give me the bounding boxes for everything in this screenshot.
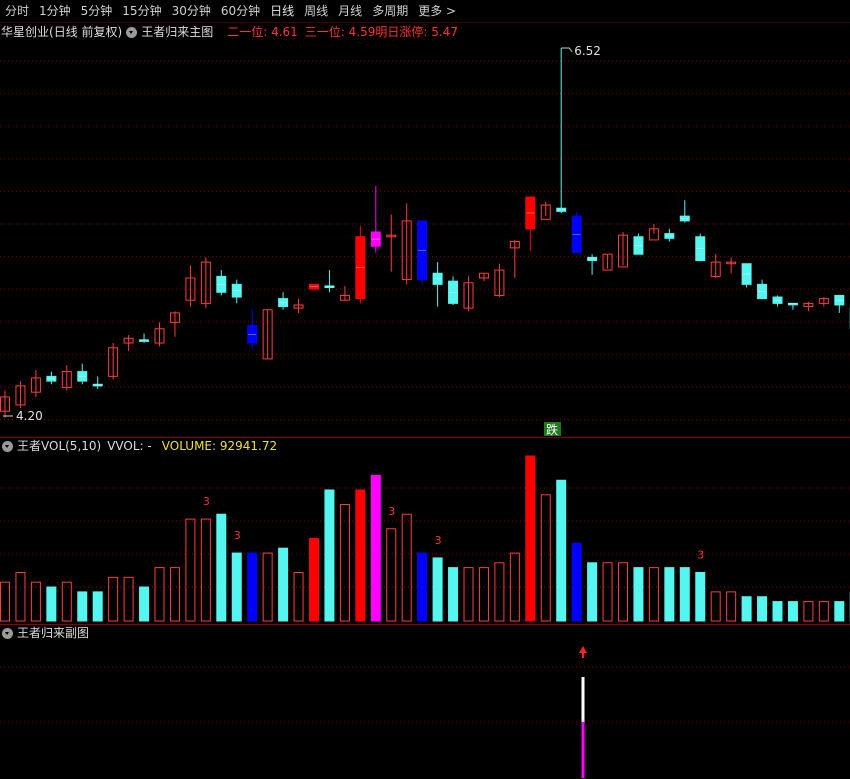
main-candlestick-chart[interactable]: 6.52 4.20 跌 bbox=[0, 41, 850, 437]
volume-bar bbox=[231, 552, 242, 622]
volume-bar bbox=[803, 601, 814, 622]
volume-bar bbox=[216, 513, 227, 622]
volume-bar bbox=[602, 562, 613, 622]
volume-bar bbox=[77, 591, 88, 622]
main-chart-header: 华星创业 (日线 前复权) 王者归来主图 二一位: 4.61 三一位: 4.59… bbox=[0, 23, 458, 41]
volume-bar bbox=[324, 489, 335, 622]
stock-name: 华星创业 bbox=[1, 25, 50, 39]
period-toolbar: 分时 1分钟 5分钟 15分钟 30分钟 60分钟 日线 周线 月线 多周期 更多 > bbox=[0, 0, 850, 23]
volume-bar bbox=[494, 562, 505, 622]
volume-marker: 3 bbox=[234, 529, 241, 542]
period-tab-9[interactable]: 多周期 bbox=[367, 0, 413, 22]
volume-bar bbox=[448, 567, 459, 622]
chart-period: (日线 前复权) bbox=[49, 25, 123, 39]
volume-bar bbox=[679, 567, 690, 622]
volume-bar bbox=[139, 586, 150, 622]
limit-up-tomorrow: 明日涨停: 5.47 bbox=[375, 25, 458, 39]
volume-bar bbox=[417, 552, 428, 622]
volume-bar bbox=[787, 601, 798, 622]
period-tab-2[interactable]: 5分钟 bbox=[76, 0, 118, 22]
volume-bar bbox=[710, 591, 721, 622]
volume-header: 王者VOL(5,10) VVOL: - VOLUME: 92941.72 bbox=[0, 437, 277, 455]
volume-bar bbox=[123, 576, 134, 622]
volume-bar bbox=[772, 601, 783, 622]
volume-bar bbox=[432, 557, 443, 622]
volume-marker: 3 bbox=[388, 505, 395, 518]
volume-chart[interactable]: 333333 bbox=[0, 455, 850, 623]
level-1: 二一位: 4.61 bbox=[227, 25, 298, 39]
sub-chart-header: 王者归来副图 bbox=[0, 624, 89, 642]
vvol-value: VVOL: - bbox=[107, 439, 152, 453]
volume-bar bbox=[401, 513, 412, 622]
volume-bar bbox=[463, 567, 474, 622]
volume-bar bbox=[30, 581, 41, 622]
volume-bar bbox=[0, 581, 10, 622]
volume-indicator-name[interactable]: 王者VOL(5,10) bbox=[17, 437, 101, 455]
period-tab-10[interactable]: 更多 > bbox=[413, 0, 461, 22]
panel-divider bbox=[0, 624, 850, 625]
indicator-settings-icon[interactable] bbox=[126, 26, 138, 38]
volume-bar bbox=[478, 567, 489, 622]
volume-bar bbox=[525, 455, 536, 622]
volume-settings-icon[interactable] bbox=[2, 440, 13, 452]
volume-bar bbox=[15, 571, 26, 622]
volume-bar bbox=[370, 474, 381, 622]
volume-bar bbox=[278, 547, 289, 622]
volume-marker: 3 bbox=[435, 534, 442, 547]
period-tab-4[interactable]: 30分钟 bbox=[167, 0, 216, 22]
volume-bar bbox=[185, 518, 196, 622]
sub-chart-settings-icon[interactable] bbox=[2, 627, 13, 639]
volume-bar bbox=[834, 601, 845, 622]
period-tab-3[interactable]: 15分钟 bbox=[117, 0, 166, 22]
volume-bar bbox=[618, 562, 628, 622]
volume-bar bbox=[92, 591, 103, 622]
period-tab-7[interactable]: 周线 bbox=[299, 0, 333, 22]
volume-bar bbox=[293, 571, 304, 622]
high-price-label: 6.52 bbox=[574, 44, 601, 58]
volume-marker: 3 bbox=[697, 548, 704, 561]
period-tab-6[interactable]: 日线 bbox=[265, 0, 299, 22]
sell-signal-label: 跌 bbox=[546, 422, 558, 437]
period-tab-1[interactable]: 1分钟 bbox=[34, 0, 76, 22]
main-indicator-name[interactable]: 王者归来主图 bbox=[141, 23, 213, 41]
volume-bar bbox=[664, 567, 675, 622]
level-2: 三一位: 4.59 bbox=[304, 25, 376, 39]
volume-bar bbox=[154, 567, 165, 622]
volume-bar bbox=[556, 479, 567, 622]
volume-bar bbox=[571, 542, 582, 622]
volume-bar bbox=[509, 552, 520, 622]
volume-bar bbox=[46, 586, 57, 622]
sub-indicator-chart[interactable] bbox=[0, 642, 850, 779]
volume-bar bbox=[61, 581, 72, 622]
volume-value: VOLUME: 92941.72 bbox=[161, 439, 278, 453]
volume-bar bbox=[741, 596, 752, 622]
volume-bar bbox=[757, 596, 768, 622]
volume-bar bbox=[169, 567, 180, 622]
volume-bar bbox=[633, 567, 644, 622]
sub-indicator-name[interactable]: 王者归来副图 bbox=[17, 624, 89, 642]
volume-bar bbox=[309, 538, 319, 622]
period-tab-5[interactable]: 60分钟 bbox=[216, 0, 265, 22]
volume-bar bbox=[726, 591, 737, 622]
volume-bar bbox=[540, 494, 551, 622]
volume-bar bbox=[247, 552, 258, 622]
volume-bar bbox=[818, 601, 829, 622]
volume-bar bbox=[339, 504, 350, 622]
volume-bar bbox=[587, 562, 598, 622]
buy-arrow-icon bbox=[579, 646, 587, 658]
volume-bar bbox=[200, 518, 211, 622]
volume-bar bbox=[695, 571, 706, 622]
high-arrow bbox=[561, 47, 573, 53]
volume-bar bbox=[355, 489, 366, 622]
low-price-label: 4.20 bbox=[16, 409, 43, 423]
period-tab-0[interactable]: 分时 bbox=[0, 0, 34, 22]
volume-bar bbox=[648, 567, 659, 622]
volume-marker: 3 bbox=[203, 495, 210, 508]
volume-bar bbox=[108, 576, 119, 622]
volume-bar bbox=[386, 528, 397, 622]
period-tab-8[interactable]: 月线 bbox=[333, 0, 367, 22]
